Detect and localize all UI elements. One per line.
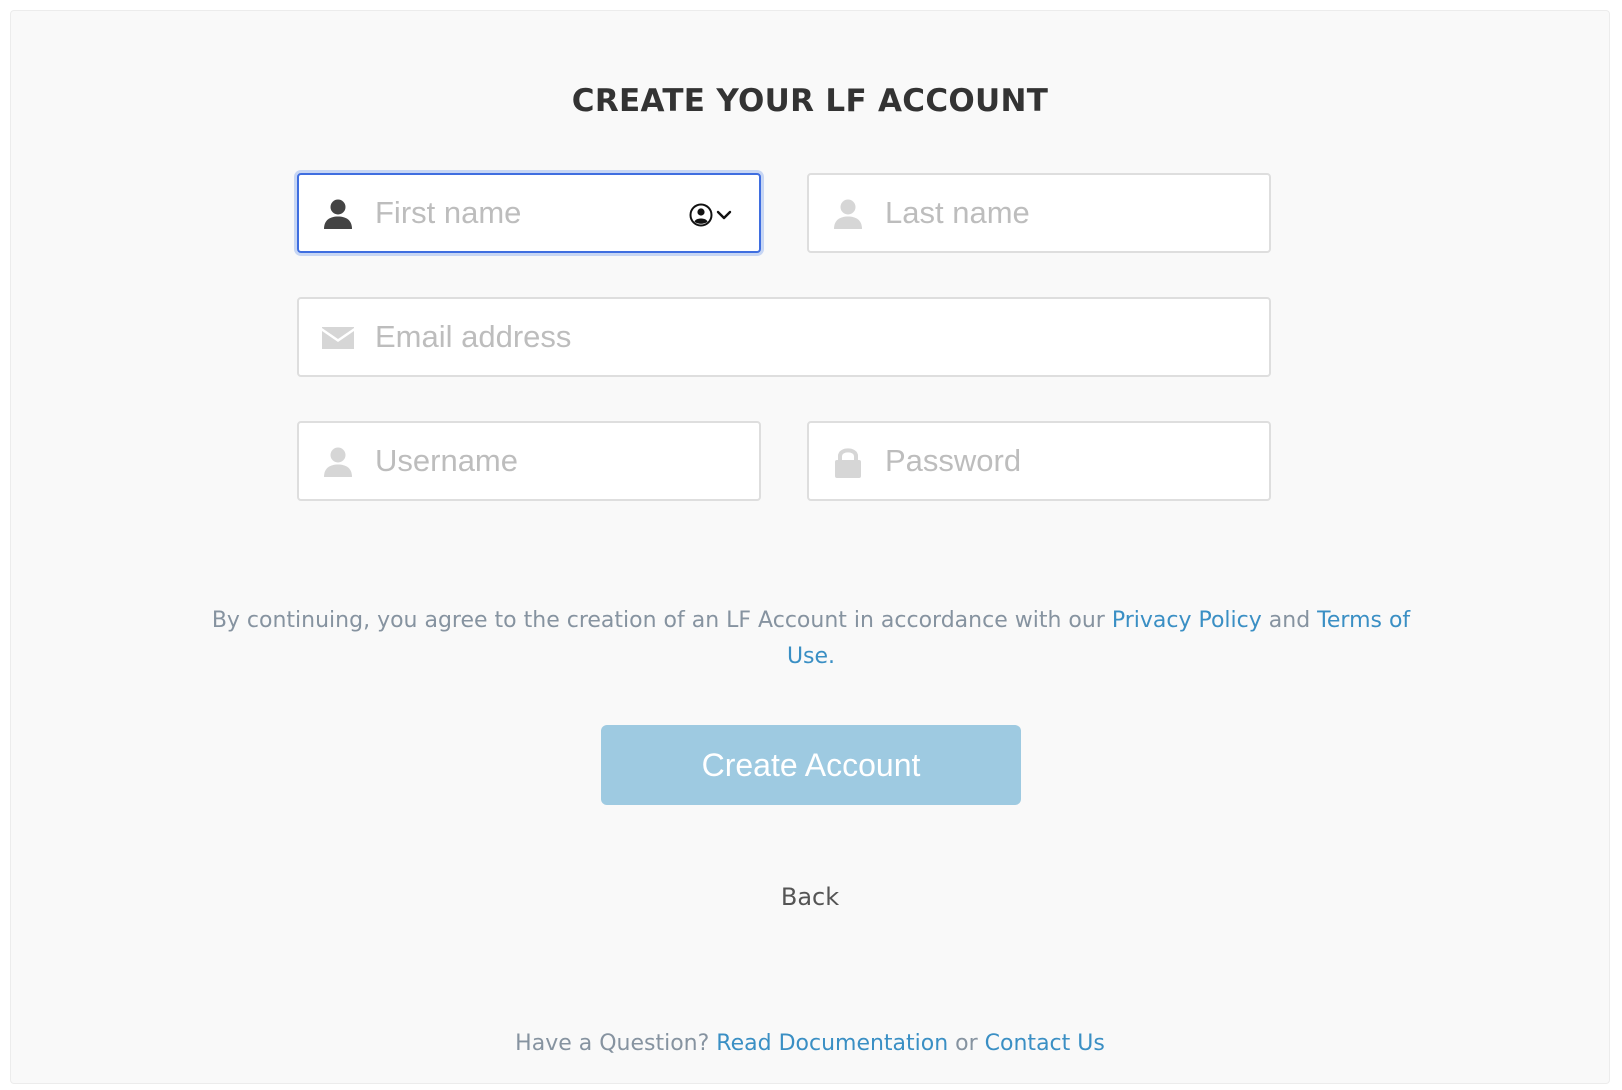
page-title: CREATE YOUR LF ACCOUNT xyxy=(571,83,1049,119)
email-field[interactable] xyxy=(297,297,1271,377)
contact-autofill-icon[interactable] xyxy=(687,201,735,229)
lock-icon xyxy=(835,448,861,478)
envelope-icon xyxy=(322,327,354,349)
signup-panel: CREATE YOUR LF ACCOUNT First name Last n… xyxy=(10,10,1610,1084)
create-account-button[interactable]: Create Account xyxy=(601,725,1021,805)
back-container: Back xyxy=(11,883,1609,911)
email-input[interactable] xyxy=(375,299,1245,375)
user-icon xyxy=(324,199,352,229)
contact-us-link[interactable]: Contact Us xyxy=(985,1031,1105,1056)
read-documentation-link[interactable]: Read Documentation xyxy=(716,1031,948,1056)
legal-notice: By continuing, you agree to the creation… xyxy=(191,603,1431,675)
footer-question: Have a Question? xyxy=(515,1031,717,1056)
first-name-input[interactable] xyxy=(375,175,675,251)
password-input[interactable] xyxy=(885,423,1245,499)
user-icon xyxy=(324,447,352,477)
user-icon xyxy=(834,199,862,229)
legal-text-and: and xyxy=(1261,608,1318,633)
privacy-policy-link[interactable]: Privacy Policy xyxy=(1112,608,1262,633)
footer-or: or xyxy=(948,1031,985,1056)
last-name-input[interactable] xyxy=(885,175,1245,251)
back-link[interactable]: Back xyxy=(781,883,839,911)
last-name-field[interactable] xyxy=(807,173,1271,253)
username-input[interactable] xyxy=(375,423,735,499)
username-field[interactable] xyxy=(297,421,761,501)
password-field[interactable] xyxy=(807,421,1271,501)
first-name-field[interactable] xyxy=(297,173,761,253)
legal-text: By continuing, you agree to the creation… xyxy=(211,608,1112,633)
help-footer: Have a Question? Read Documentation or C… xyxy=(11,1031,1609,1056)
